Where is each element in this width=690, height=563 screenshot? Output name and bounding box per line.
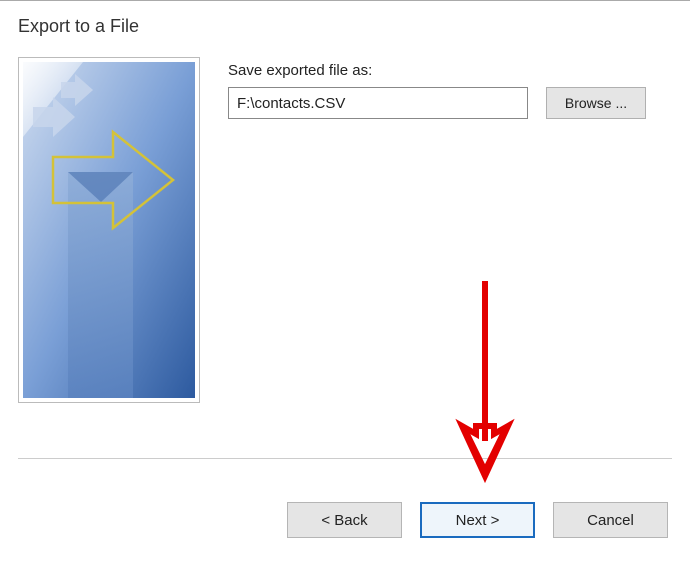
wizard-button-row: < Back Next > Cancel xyxy=(287,502,668,538)
form-panel: Save exported file as: Browse ... xyxy=(200,57,672,403)
export-wizard-dialog: Export to a File xyxy=(0,0,690,563)
back-button[interactable]: < Back xyxy=(287,502,402,538)
dialog-title: Export to a File xyxy=(0,1,690,57)
next-button[interactable]: Next > xyxy=(420,502,535,538)
separator-line xyxy=(18,458,672,459)
export-arrow-graphic-icon xyxy=(23,62,195,398)
filepath-row: Browse ... xyxy=(228,87,672,119)
content-area: Save exported file as: Browse ... xyxy=(0,57,690,403)
filepath-input[interactable] xyxy=(228,87,528,119)
cancel-button[interactable]: Cancel xyxy=(553,502,668,538)
wizard-image-panel xyxy=(18,57,200,403)
browse-button[interactable]: Browse ... xyxy=(546,87,646,119)
filepath-label: Save exported file as: xyxy=(228,62,672,79)
